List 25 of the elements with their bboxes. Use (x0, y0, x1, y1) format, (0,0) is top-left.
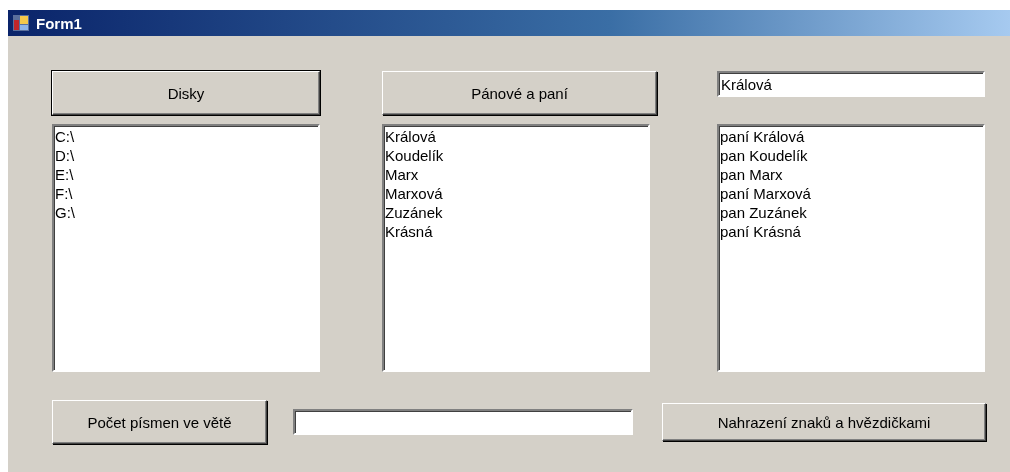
list-item[interactable]: F:\ (55, 184, 317, 203)
text-field[interactable] (293, 409, 633, 435)
count-letters-button[interactable]: Počet písmen ve větě (52, 400, 267, 444)
names-button[interactable]: Pánové a paní (382, 71, 657, 115)
list-item[interactable]: pan Marx (720, 165, 982, 184)
list-item[interactable]: C:\ (55, 127, 317, 146)
list-item[interactable]: D:\ (55, 146, 317, 165)
list-item[interactable]: paní Krásná (720, 222, 982, 241)
list-item[interactable]: G:\ (55, 203, 317, 222)
disks-button[interactable]: Disky (52, 71, 320, 115)
list-item[interactable]: E:\ (55, 165, 317, 184)
list-item[interactable]: pan Zuzánek (720, 203, 982, 222)
list-item[interactable]: Marx (385, 165, 647, 184)
app-icon (12, 14, 30, 32)
list-item[interactable]: pan Koudelík (720, 146, 982, 165)
list-item[interactable]: paní Marxová (720, 184, 982, 203)
list-item[interactable]: Marxová (385, 184, 647, 203)
list-item[interactable]: Krásná (385, 222, 647, 241)
list-item[interactable]: Zuzánek (385, 203, 647, 222)
window-title: Form1 (36, 14, 82, 32)
list-item[interactable]: Koudelík (385, 146, 647, 165)
list-item[interactable]: Králová (385, 127, 647, 146)
list-item[interactable]: paní Králová (720, 127, 982, 146)
name-field[interactable]: Králová (717, 71, 985, 97)
replace-characters-button[interactable]: Nahrazení znaků a hvězdičkami (662, 403, 986, 441)
